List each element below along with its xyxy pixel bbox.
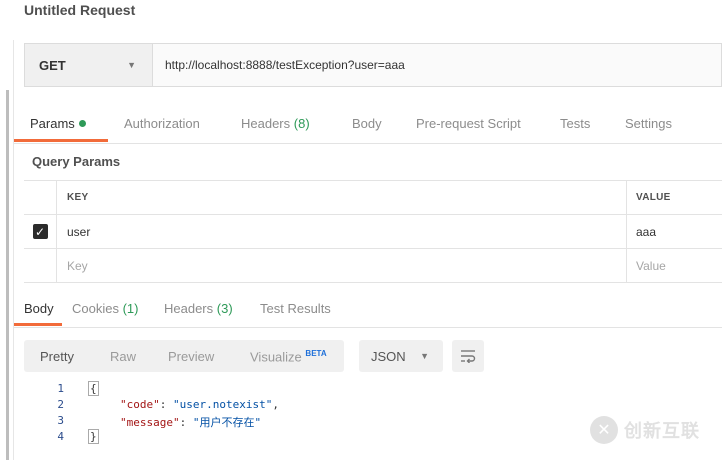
tab-label: Headers — [164, 301, 214, 316]
tab-label: Settings — [625, 116, 672, 131]
code-text: } — [88, 429, 99, 444]
side-panel-edge — [0, 40, 14, 460]
tab-count: (8) — [293, 116, 310, 131]
watermark-logo: ✕ 创新互联 — [590, 416, 700, 444]
postman-request-pane: Untitled Request GET ▼ Params Authorizat… — [0, 0, 722, 460]
request-url-bar: GET ▼ — [24, 43, 722, 87]
scrollbar[interactable] — [6, 90, 9, 460]
code-text: "message": "用户不存在" — [120, 414, 261, 430]
active-tab-indicator — [14, 139, 108, 142]
tab-pre-request-script[interactable]: Pre-request Script — [416, 116, 521, 131]
tab-label: Body — [24, 301, 54, 316]
view-pretty[interactable]: Pretty — [40, 349, 74, 364]
param-value[interactable]: aaa — [627, 215, 722, 248]
check-icon: ✓ — [34, 224, 46, 239]
tab-label: Test Results — [260, 301, 331, 316]
header-key: KEY — [57, 181, 627, 214]
code-line: 1 { — [24, 381, 722, 398]
response-tabs: Body Cookies (1) Headers (3) Test Result… — [14, 292, 722, 328]
view-visualize[interactable]: Visualize BETA — [250, 349, 327, 364]
method-value: GET — [39, 57, 66, 73]
table-row-empty: Key Value — [24, 249, 722, 283]
json-key: "message" — [120, 416, 180, 429]
key-placeholder[interactable]: Key — [57, 249, 627, 282]
line-number: 1 — [57, 382, 64, 395]
row-check-cell: ✓ — [24, 215, 57, 248]
table-row: ✓ user aaa — [24, 215, 722, 249]
tab-settings[interactable]: Settings — [625, 116, 672, 131]
json-string: "user.notexist" — [173, 398, 273, 411]
request-tabs: Params Authorization Headers (8) Body Pr… — [14, 104, 722, 144]
tab-count: (3) — [216, 301, 233, 316]
format-value: JSON — [371, 348, 406, 364]
watermark-text: 创新互联 — [624, 421, 700, 441]
wrap-lines-button[interactable] — [452, 340, 484, 372]
tab-tests[interactable]: Tests — [560, 116, 590, 131]
query-params-title: Query Params — [32, 154, 121, 169]
tab-response-body[interactable]: Body — [24, 301, 54, 316]
json-sep: : — [159, 398, 173, 411]
code-text: "code": "user.notexist", — [120, 398, 279, 411]
view-raw[interactable]: Raw — [110, 349, 136, 364]
beta-badge: BETA — [305, 349, 327, 358]
json-sep: : — [179, 416, 193, 429]
json-comma: , — [272, 398, 279, 411]
header-check-cell — [24, 181, 57, 214]
json-brace: } — [88, 429, 99, 444]
view-preview[interactable]: Preview — [168, 349, 214, 364]
json-key: "code" — [120, 398, 160, 411]
code-line: 2 "code": "user.notexist", — [24, 398, 722, 414]
query-params-table: KEY VALUE ✓ user aaa Key Value — [24, 180, 722, 283]
tab-params[interactable]: Params — [30, 116, 86, 131]
tab-cookies[interactable]: Cookies (1) — [72, 301, 138, 316]
tab-count: (1) — [122, 301, 139, 316]
view-mode-group: Pretty Raw Preview Visualize BETA — [24, 340, 344, 372]
code-text: { — [88, 381, 99, 396]
row-check-cell — [24, 249, 57, 282]
param-key[interactable]: user — [57, 215, 627, 248]
tab-test-results[interactable]: Test Results — [260, 301, 331, 316]
tab-body[interactable]: Body — [352, 116, 382, 131]
visualize-label: Visualize — [250, 349, 302, 365]
line-number: 4 — [57, 430, 64, 443]
tab-label: Tests — [560, 116, 591, 131]
tab-label: Params — [30, 116, 75, 131]
format-select[interactable]: JSON ▼ — [359, 340, 443, 372]
tab-authorization[interactable]: Authorization — [124, 116, 200, 131]
param-checkbox[interactable]: ✓ — [32, 224, 48, 239]
active-response-tab-indicator — [14, 323, 62, 326]
params-active-dot — [78, 120, 86, 127]
json-brace: { — [88, 381, 99, 396]
tab-headers[interactable]: Headers (8) — [241, 116, 310, 131]
request-title[interactable]: Untitled Request — [24, 2, 135, 18]
line-number: 2 — [57, 398, 64, 411]
wrap-lines-icon — [461, 350, 476, 363]
tab-label: Headers — [241, 116, 291, 131]
url-input[interactable] — [153, 44, 721, 86]
caret-down-icon: ▼ — [127, 60, 136, 70]
tab-label: Body — [352, 116, 382, 131]
tab-label: Authorization — [124, 116, 200, 131]
json-string: "用户不存在" — [192, 416, 262, 429]
caret-down-icon: ▼ — [420, 351, 429, 361]
line-number: 3 — [57, 414, 64, 427]
watermark-icon: ✕ — [590, 416, 618, 444]
header-value: VALUE — [636, 192, 671, 203]
tab-label: Cookies — [72, 301, 119, 316]
tab-label: Pre-request Script — [416, 116, 521, 131]
tab-response-headers[interactable]: Headers (3) — [164, 301, 233, 316]
value-placeholder[interactable]: Value — [627, 249, 722, 282]
table-header-row: KEY VALUE — [24, 181, 722, 215]
method-select[interactable]: GET ▼ — [25, 44, 153, 86]
